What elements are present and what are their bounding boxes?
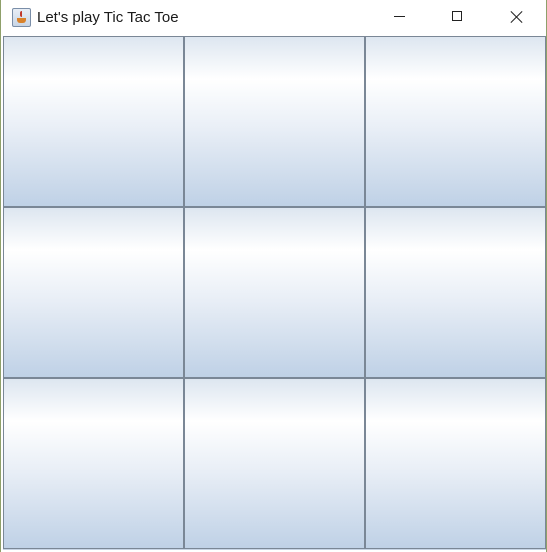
window-title: Let's play Tic Tac Toe	[37, 9, 179, 26]
cup-glyph	[17, 18, 26, 23]
close-icon	[510, 10, 524, 24]
game-board	[3, 36, 546, 550]
java-cup-icon[interactable]	[12, 8, 31, 27]
close-button[interactable]	[488, 0, 546, 34]
minimize-button[interactable]	[371, 0, 429, 34]
cell-9[interactable]	[365, 378, 546, 549]
cell-5[interactable]	[184, 207, 365, 378]
cell-1[interactable]	[3, 36, 184, 207]
minimize-icon	[394, 16, 405, 17]
maximize-icon	[452, 11, 462, 21]
cell-4[interactable]	[3, 207, 184, 378]
cell-6[interactable]	[365, 207, 546, 378]
cell-2[interactable]	[184, 36, 365, 207]
steam-glyph	[20, 11, 25, 17]
title-bar[interactable]: Let's play Tic Tac Toe	[1, 0, 546, 36]
app-window: Let's play Tic Tac Toe	[0, 0, 547, 552]
cell-3[interactable]	[365, 36, 546, 207]
cell-8[interactable]	[184, 378, 365, 549]
cell-7[interactable]	[3, 378, 184, 549]
maximize-button[interactable]	[429, 0, 487, 34]
